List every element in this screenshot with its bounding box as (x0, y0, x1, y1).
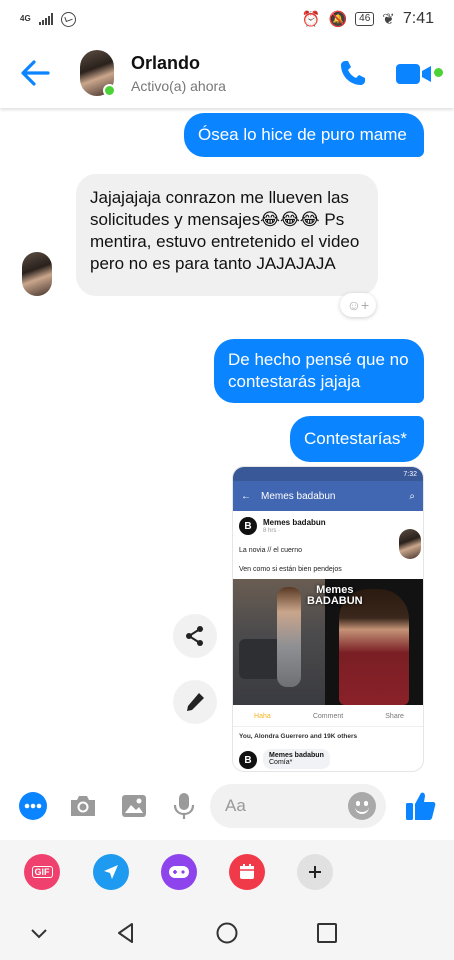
video-online-indicator (434, 68, 443, 77)
comment-logo: B (239, 751, 257, 769)
shared-image-app-title: Memes badabun (261, 490, 336, 502)
gif-button[interactable]: GIF (24, 854, 60, 890)
shared-image-status-bar: 7:32 (233, 467, 423, 481)
contact-status: Activo(a) ahora (131, 78, 226, 94)
comment-bubble: Memes badabun Comía* (263, 749, 330, 769)
chat-header: Orlando Activo(a) ahora (0, 38, 454, 108)
plus-icon (309, 866, 321, 878)
comment-text: Comía* (269, 759, 293, 766)
search-icon: ⌕ (409, 490, 415, 502)
share-button[interactable] (173, 614, 217, 658)
message-outgoing[interactable]: Contestarías* (290, 416, 424, 462)
message-outgoing[interactable]: De hecho pensé que no contestarás jajaja (214, 339, 424, 403)
watermark: Memes BADABUN (307, 585, 363, 607)
gif-label: GIF (31, 866, 53, 878)
video-camera-icon[interactable] (396, 62, 436, 86)
message-outgoing[interactable]: Ósea lo hice de puro mame (184, 113, 424, 157)
network-label: 4G (20, 14, 31, 23)
post-caption-2: Ven como si están bien pendejos (239, 566, 342, 573)
comment-action: Comment (312, 713, 344, 720)
watermark-line-2: BADABUN (307, 595, 363, 607)
whatsapp-icon (60, 11, 76, 27)
emoji-icon[interactable] (348, 792, 376, 820)
alarm-icon: ⏰ (301, 11, 321, 28)
shared-image-time: 7:32 (403, 470, 417, 478)
camera-icon[interactable] (68, 791, 98, 821)
message-input-placeholder: Aa (225, 796, 246, 815)
contact-avatar-small (22, 252, 52, 296)
clock: 7:41 (402, 10, 434, 27)
leaf-icon: ❦ (382, 11, 395, 28)
composer-bar: Aa (0, 772, 454, 840)
home-circle-icon[interactable] (215, 921, 239, 945)
pencil-icon (187, 693, 204, 711)
back-triangle-icon[interactable] (114, 921, 138, 945)
recents-square-icon[interactable] (315, 921, 339, 945)
more-options-icon[interactable] (18, 791, 48, 821)
microphone-icon[interactable] (169, 791, 199, 821)
page-logo: B (239, 517, 257, 535)
share-action: Share (385, 713, 404, 720)
back-arrow-icon[interactable] (18, 56, 52, 90)
thumbs-up-icon[interactable] (404, 789, 438, 823)
games-button[interactable] (161, 854, 197, 890)
location-arrow-icon (104, 865, 118, 879)
comment-author: Memes badabun (269, 752, 324, 759)
share-icon (186, 626, 203, 646)
location-button[interactable] (93, 854, 129, 890)
edit-button[interactable] (173, 680, 217, 724)
mute-icon: 🔕 (328, 11, 348, 28)
signal-icon (38, 13, 53, 25)
contact-name[interactable]: Orlando (131, 53, 200, 74)
battery-icon: 46 (355, 12, 375, 26)
post-caption: La novia // el cuerno (239, 547, 303, 554)
gamepad-icon (169, 866, 189, 878)
online-indicator (103, 84, 116, 97)
add-reaction-button[interactable]: ☺+ (340, 293, 376, 317)
apps-tray: GIF (0, 840, 454, 906)
gallery-icon[interactable] (119, 791, 149, 821)
chevron-down-icon[interactable] (27, 921, 51, 945)
post-actions: Haha Comment Share (233, 707, 423, 727)
system-nav-bar (0, 906, 454, 960)
more-apps-button[interactable] (297, 854, 333, 890)
post-time: 8 hrs · (263, 528, 281, 534)
back-arrow-icon: ← (241, 490, 251, 502)
shared-image-app-bar: ← Memes badabun ⌕ (233, 481, 423, 511)
shared-image[interactable]: 7:32 ← Memes badabun ⌕ B Memes badabun 8… (232, 466, 424, 772)
calendar-button[interactable] (229, 854, 265, 890)
message-incoming[interactable]: Jajajajaja conrazon me llueven las solic… (76, 174, 378, 296)
like-action: Haha (254, 713, 271, 720)
reactions-summary: You, Alondra Guerrero and 19K others (239, 733, 358, 740)
post-page-name: Memes badabun (263, 518, 326, 527)
messenger-chat-screen: 4G ⏰ 🔕 46 ❦ 7:41 Orlando Activo(a) ahora (0, 0, 454, 960)
post-thumbnail-avatar (399, 529, 421, 559)
calendar-icon (240, 864, 254, 879)
phone-icon[interactable] (338, 58, 368, 88)
status-bar: 4G ⏰ 🔕 46 ❦ 7:41 (0, 0, 454, 38)
